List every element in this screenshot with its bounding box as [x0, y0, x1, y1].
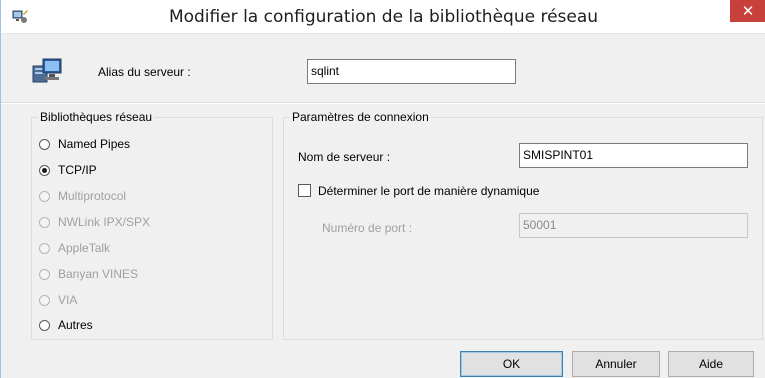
radio-label: Multiprotocol [58, 189, 127, 203]
radio-label: NWLink IPX/SPX [58, 215, 151, 229]
port-input: 50001 [519, 213, 748, 238]
radio-nwlink: NWLink IPX/SPX [39, 214, 150, 230]
libraries-legend: Bibliothèques réseau [38, 110, 155, 124]
radio-button [39, 294, 50, 306]
title-bar[interactable]: Modifier la configuration de la biblioth… [1, 0, 765, 34]
radio-button [39, 216, 50, 228]
help-button[interactable]: Aide [668, 351, 754, 377]
window-title: Modifier la configuration de la biblioth… [168, 7, 599, 27]
server-name-input[interactable]: SMISPINT01 [519, 143, 748, 168]
alias-label: Alias du serveur : [98, 65, 191, 79]
separator [1, 102, 765, 104]
radio-banyan-vines: Banyan VINES [39, 266, 138, 282]
ok-button[interactable]: OK [460, 351, 563, 377]
server-name-label: Nom de serveur : [298, 150, 391, 164]
radio-label: TCP/IP [58, 163, 97, 177]
dialog-window: Modifier la configuration de la biblioth… [0, 0, 765, 378]
radio-button[interactable] [39, 319, 50, 331]
radio-button[interactable] [39, 138, 50, 150]
dynamic-port-label[interactable]: Déterminer le port de manière dynamique [318, 184, 539, 198]
connection-group: Paramètres de connexion Nom de serveur :… [283, 110, 763, 340]
radio-autres[interactable]: Autres [39, 317, 93, 333]
radio-tcp-ip[interactable]: TCP/IP [39, 162, 97, 178]
computer-network-icon [32, 58, 62, 83]
radio-button [39, 242, 50, 254]
radio-via: VIA [39, 292, 77, 308]
radio-button [39, 268, 50, 280]
radio-button[interactable] [39, 164, 50, 176]
radio-label: Banyan VINES [58, 267, 139, 281]
radio-appletalk: AppleTalk [39, 240, 110, 256]
connection-legend: Paramètres de connexion [290, 110, 431, 124]
cancel-button[interactable]: Annuler [572, 351, 660, 377]
radio-multiprotocol: Multiprotocol [39, 188, 126, 204]
libraries-group: Bibliothèques réseau Named Pipes TCP/IP … [31, 110, 273, 340]
port-label: Numéro de port : [322, 221, 413, 235]
radio-named-pipes[interactable]: Named Pipes [39, 136, 130, 152]
alias-input[interactable]: sqlint [307, 59, 516, 84]
radio-button [39, 190, 50, 202]
dynamic-port-checkbox[interactable] [298, 184, 311, 197]
radio-label: VIA [58, 293, 78, 307]
radio-label: AppleTalk [58, 241, 111, 255]
radio-label: Autres [58, 318, 93, 332]
close-button[interactable]: ✕ [730, 0, 765, 22]
radio-label: Named Pipes [58, 137, 131, 151]
